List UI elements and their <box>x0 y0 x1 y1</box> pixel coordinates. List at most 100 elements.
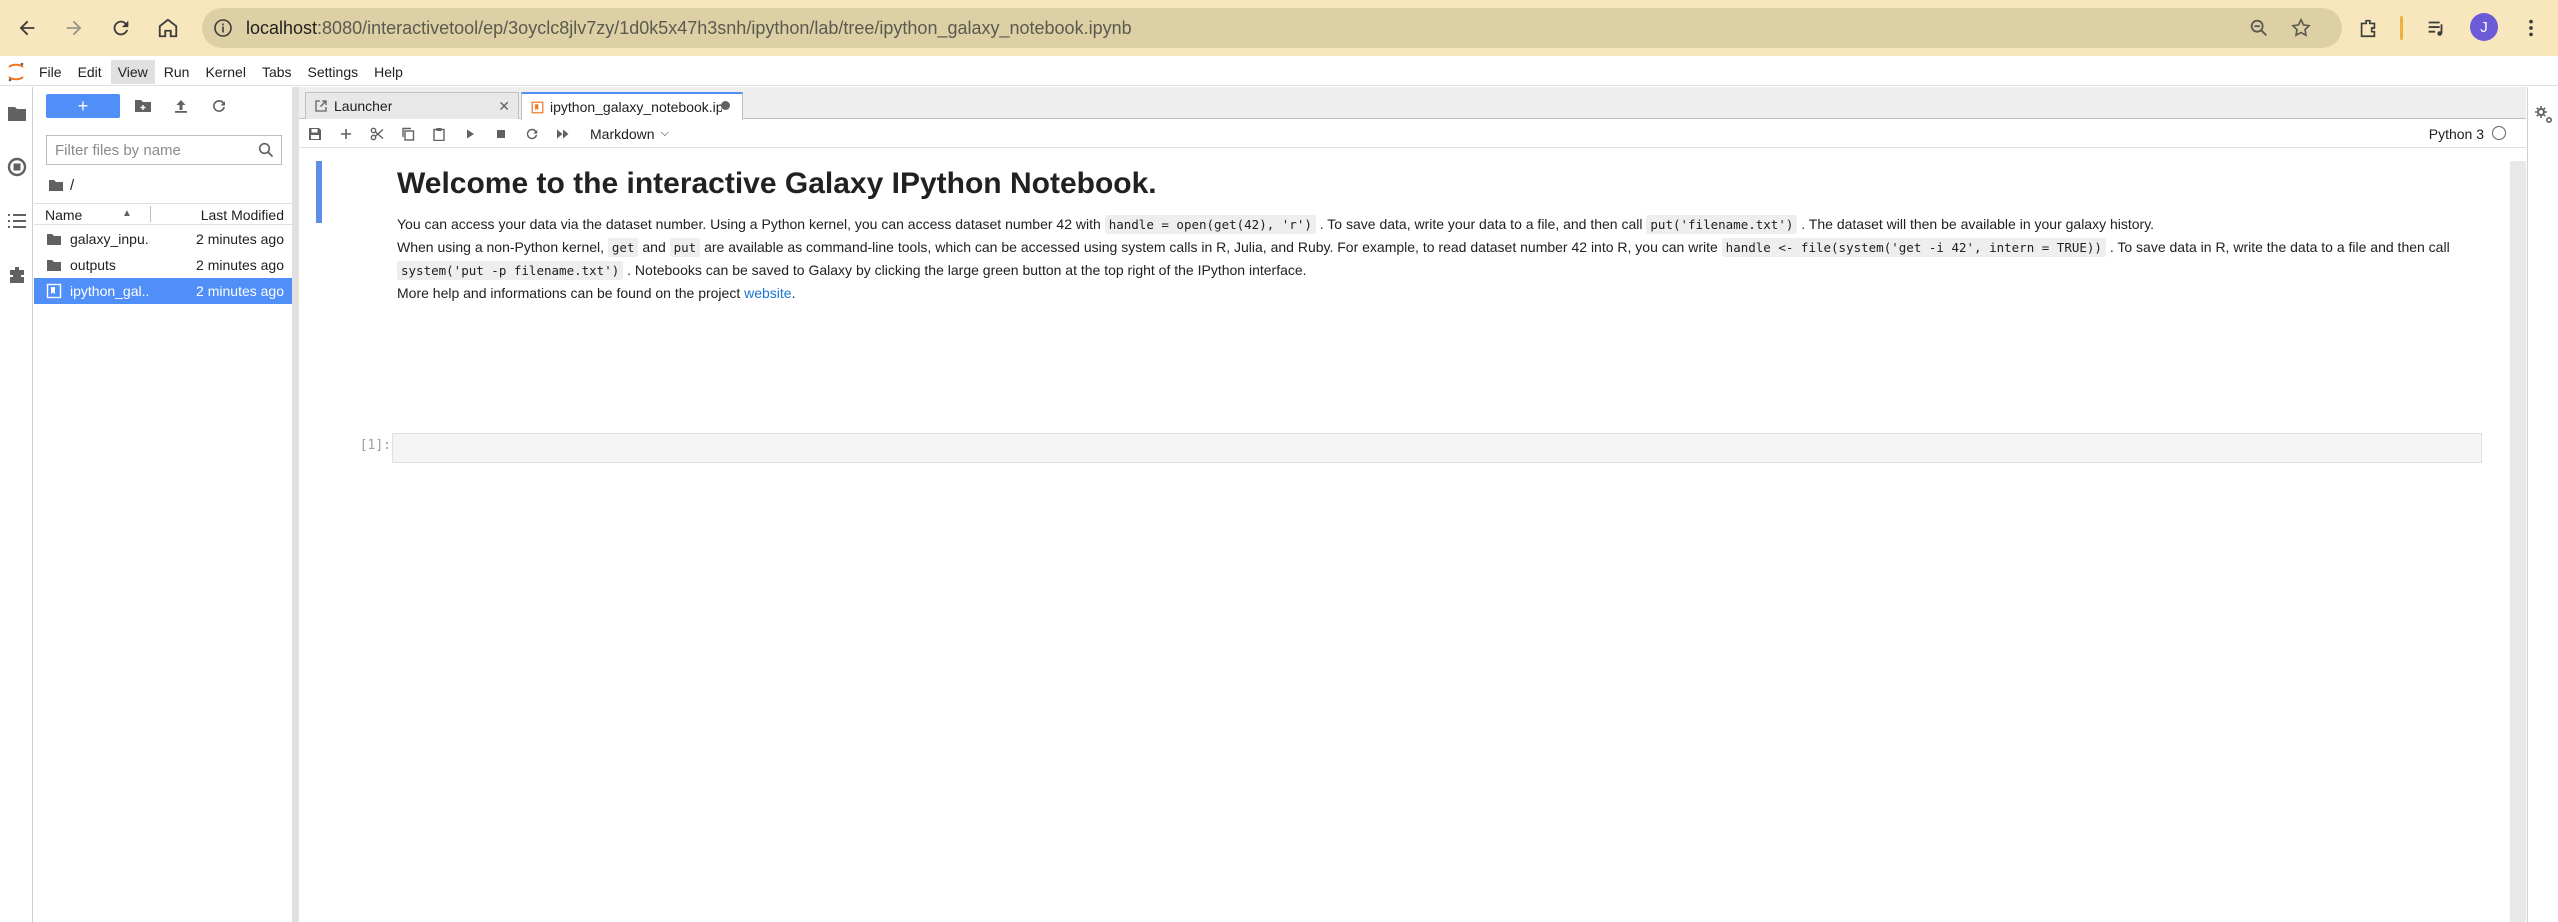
notebook-icon <box>46 283 62 299</box>
table-of-contents-icon[interactable] <box>5 209 29 233</box>
notebook-icon <box>530 100 544 114</box>
cell-type-dropdown[interactable]: Markdown ⌵ <box>590 126 669 142</box>
chrome-menu-button[interactable] <box>2515 12 2547 44</box>
document-tab-bar: Launcher ✕ ipython_galaxy_notebook.ipynb <box>299 87 2526 120</box>
bookmark-star-icon[interactable] <box>2290 17 2312 39</box>
back-button[interactable] <box>7 8 47 48</box>
save-icon <box>308 127 321 140</box>
cut-cell-button[interactable] <box>361 122 392 146</box>
refresh-icon <box>213 99 225 112</box>
url-text[interactable]: localhost:8080/interactivetool/ep/3oyclc… <box>246 18 1132 39</box>
file-modified: 2 minutes ago <box>196 231 284 247</box>
address-bar[interactable]: localhost:8080/interactivetool/ep/3oyclc… <box>202 8 2342 48</box>
breadcrumb[interactable]: / <box>48 175 74 195</box>
run-cell-button[interactable] <box>454 122 485 146</box>
chevron-down-icon: ⌵ <box>660 127 669 139</box>
menu-tabs[interactable]: Tabs <box>255 60 299 84</box>
restart-icon <box>526 128 537 139</box>
inline-code: put('filename.txt') <box>1646 215 1798 234</box>
code-cell-prompt: [1]: <box>359 438 391 453</box>
text-span: More help and informations can be found … <box>397 285 745 301</box>
interrupt-kernel-button[interactable] <box>485 122 516 146</box>
menu-file[interactable]: File <box>32 60 69 84</box>
running-sessions-icon[interactable] <box>5 155 29 179</box>
column-name-header[interactable]: Name <box>45 207 82 223</box>
cell-collapser[interactable] <box>316 161 322 223</box>
filter-files-input[interactable] <box>47 137 254 163</box>
add-icon <box>340 128 351 139</box>
browser-toolbar: localhost:8080/interactivetool/ep/3oyclc… <box>0 0 2558 56</box>
launcher-icon <box>314 99 328 113</box>
left-activity-bar <box>0 87 33 922</box>
folder-icon <box>47 234 61 245</box>
extensions-icon <box>2360 19 2376 38</box>
extensions-button[interactable] <box>2352 12 2384 44</box>
close-icon[interactable]: ✕ <box>498 98 510 115</box>
url-path: :8080/interactivetool/ep/3oyclc8jlv7zy/1… <box>317 17 1132 38</box>
code-cell-editor[interactable] <box>392 433 2482 463</box>
file-row-galaxy-inputs[interactable]: galaxy_inpu... 2 minutes ago <box>34 226 292 252</box>
file-row-ipython-notebook[interactable]: ipython_gal... 2 minutes ago <box>34 278 292 304</box>
file-modified: 2 minutes ago <box>196 283 284 299</box>
paste-cell-button[interactable] <box>423 122 454 146</box>
refresh-files-button[interactable] <box>208 95 230 117</box>
restart-kernel-button[interactable] <box>516 122 547 146</box>
markdown-cell[interactable]: Welcome to the interactive Galaxy IPytho… <box>397 167 2477 305</box>
upload-button[interactable] <box>170 95 192 117</box>
sort-ascending-icon: ▲ <box>122 208 132 219</box>
filter-box <box>46 135 282 165</box>
menu-kernel[interactable]: Kernel <box>198 60 252 84</box>
cut-icon <box>370 127 383 140</box>
menu-kebab-icon <box>2529 19 2533 37</box>
home-button[interactable] <box>148 8 188 48</box>
kernel-name[interactable]: Python 3 <box>2429 126 2484 142</box>
copy-cell-button[interactable] <box>392 122 423 146</box>
restart-run-all-button[interactable] <box>547 122 578 146</box>
property-inspector-gear-icon[interactable] <box>2534 105 2554 125</box>
file-row-outputs[interactable]: outputs 2 minutes ago <box>34 252 292 278</box>
tab-label: ipython_galaxy_notebook.ipynb <box>550 99 722 115</box>
search-icon <box>254 138 277 162</box>
menu-view[interactable]: View <box>110 59 155 84</box>
panel-splitter[interactable] <box>292 87 299 922</box>
folder-icon <box>49 180 63 191</box>
reload-button[interactable] <box>101 8 141 48</box>
menu-edit[interactable]: Edit <box>71 60 109 84</box>
zoom-icon[interactable] <box>2248 17 2270 39</box>
notebook-scrollbar[interactable] <box>2510 161 2526 922</box>
fast-forward-icon <box>556 129 568 138</box>
forward-icon <box>66 20 82 36</box>
menu-settings[interactable]: Settings <box>301 60 366 84</box>
jupyter-menubar: File Edit View Run Kernel Tabs Settings … <box>0 58 2558 86</box>
forward-button[interactable] <box>54 8 94 48</box>
media-button[interactable] <box>2420 12 2452 44</box>
media-icon <box>2428 21 2443 36</box>
tab-launcher[interactable]: Launcher ✕ <box>305 92 519 119</box>
text-span: . The dataset will then be available in … <box>1797 216 2155 232</box>
save-button[interactable] <box>299 122 330 146</box>
insert-cell-button[interactable] <box>330 122 361 146</box>
file-browser-panel: + / Name ▲ Last Modified galaxy_inpu... … <box>34 87 292 922</box>
column-divider[interactable] <box>150 206 151 222</box>
tab-notebook[interactable]: ipython_galaxy_notebook.ipynb <box>521 92 743 120</box>
cell-type-value: Markdown <box>590 125 655 142</box>
menu-run[interactable]: Run <box>157 60 197 84</box>
new-folder-button[interactable] <box>132 95 154 117</box>
text-span: . <box>791 285 796 301</box>
website-link[interactable]: website <box>744 285 791 301</box>
menu-help[interactable]: Help <box>367 60 410 84</box>
extension-manager-icon[interactable] <box>5 263 29 287</box>
inline-code: put <box>669 238 701 257</box>
new-launcher-button[interactable]: + <box>46 94 120 118</box>
profile-avatar[interactable]: J <box>2470 13 2498 41</box>
paste-icon <box>432 127 445 141</box>
file-browser-tab-icon[interactable] <box>5 101 29 125</box>
paragraph-help: More help and informations can be found … <box>397 282 2477 305</box>
home-icon <box>158 18 178 38</box>
stop-icon <box>496 129 505 138</box>
file-list-header: Name ▲ Last Modified <box>34 203 292 225</box>
column-modified-header[interactable]: Last Modified <box>201 207 284 223</box>
site-info-icon[interactable] <box>212 17 234 39</box>
breadcrumb-root[interactable]: / <box>70 177 74 194</box>
unsaved-dot-icon[interactable] <box>721 101 730 110</box>
